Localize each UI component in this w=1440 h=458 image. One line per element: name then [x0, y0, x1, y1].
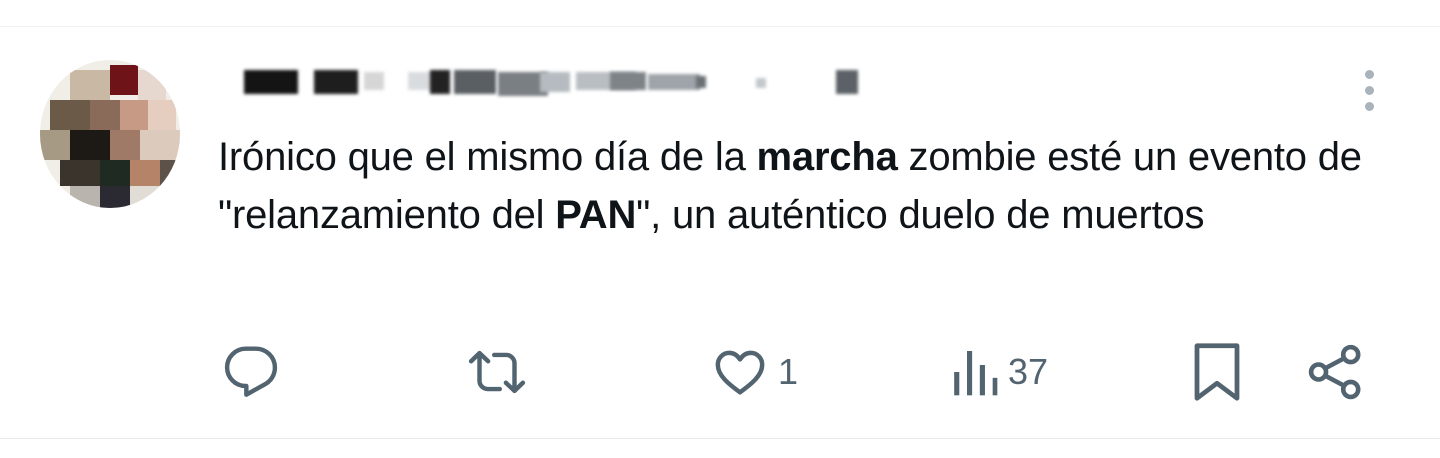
- avatar-pixel: [110, 130, 140, 160]
- more-dot: [1365, 102, 1374, 111]
- tweet-actions: 1 37: [0, 336, 1440, 406]
- avatar-pixel: [70, 70, 110, 100]
- redacted-handle-block: [648, 74, 700, 90]
- avatar[interactable]: [40, 60, 180, 208]
- bottom-divider: [0, 438, 1440, 439]
- tweet-text-part: ", un auténtico duelo de muertos: [636, 193, 1205, 237]
- avatar-pixel: [130, 160, 160, 186]
- avatar-pixel: [130, 186, 160, 208]
- avatar-pixel: [50, 100, 90, 130]
- avatar-pixel: [120, 100, 148, 130]
- redacted-name-block: [314, 70, 358, 94]
- retweet-icon: [468, 350, 526, 394]
- tweet-text-bold: PAN: [555, 193, 637, 237]
- redacted-handle-block: [756, 78, 766, 88]
- share-icon: [1308, 344, 1361, 400]
- redacted-handle-block: [430, 70, 450, 94]
- redacted-handle-block: [610, 72, 646, 90]
- top-divider: [0, 26, 1440, 27]
- bookmark-button[interactable]: [1192, 342, 1242, 402]
- views-button[interactable]: 37: [950, 344, 1048, 400]
- redacted-name-block: [364, 72, 384, 90]
- share-button[interactable]: [1306, 342, 1364, 402]
- like-count: 1: [778, 351, 799, 392]
- avatar-pixel: [90, 100, 120, 130]
- avatar-pixel: [100, 186, 130, 208]
- avatar-pixel: [60, 160, 100, 186]
- heart-icon: [715, 350, 765, 395]
- bookmark-icon: [1194, 343, 1240, 401]
- reply-button[interactable]: [222, 344, 280, 400]
- more-dot: [1365, 86, 1374, 95]
- avatar-pixel: [100, 160, 130, 186]
- avatar-pixel: [138, 70, 166, 100]
- views-icon: [954, 351, 998, 396]
- tweet-text-part: Irónico que el mismo día de la: [218, 135, 757, 179]
- redacted-timestamp-block: [836, 70, 858, 94]
- avatar-pixel: [70, 130, 110, 160]
- avatar-pixel: [70, 186, 100, 208]
- redacted-handle-block: [696, 76, 706, 88]
- retweet-button[interactable]: [466, 344, 528, 400]
- redacted-name-block: [244, 70, 298, 94]
- avatar-pixel: [40, 130, 70, 160]
- more-dot: [1365, 70, 1374, 79]
- author-header[interactable]: [240, 64, 880, 100]
- views-count: 37: [1008, 351, 1049, 392]
- avatar-pixel: [140, 130, 180, 160]
- tweet-text: Irónico que el mismo día de la marcha zo…: [218, 128, 1398, 244]
- tweet-text-bold: marcha: [756, 135, 898, 179]
- avatar-pixel: [110, 65, 138, 95]
- redacted-handle-block: [454, 70, 496, 94]
- more-options-button[interactable]: [1354, 66, 1386, 114]
- avatar-pixel: [148, 100, 176, 130]
- reply-icon: [224, 346, 278, 397]
- redacted-handle-block: [540, 72, 570, 92]
- avatar-pixel: [160, 160, 180, 186]
- like-button[interactable]: 1: [712, 344, 798, 400]
